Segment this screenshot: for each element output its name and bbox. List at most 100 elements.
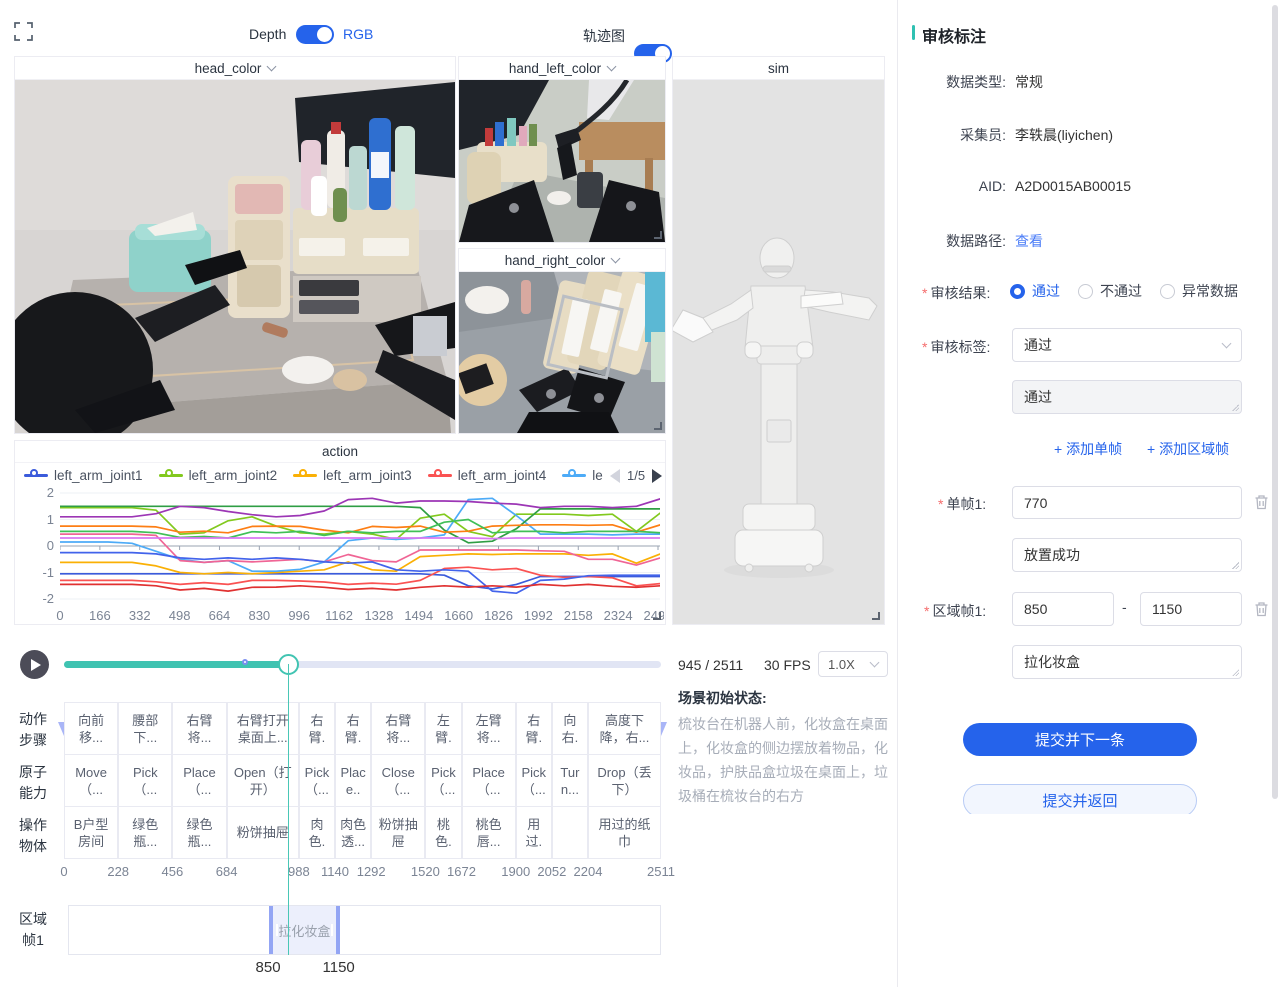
resize-handle-icon[interactable]	[654, 231, 662, 239]
segment-grip-left[interactable]	[276, 924, 278, 936]
ability-cell: Pick（...	[118, 754, 172, 807]
radio-unselected-icon[interactable]	[1078, 284, 1093, 299]
play-button[interactable]	[20, 650, 49, 679]
submit-next-button[interactable]: 提交并下一条	[963, 723, 1197, 756]
legend-series-icon	[562, 470, 586, 480]
play-icon	[31, 659, 41, 671]
region-end-input[interactable]: 1150	[1140, 592, 1242, 626]
info-row-label: 数据类型:	[910, 72, 1006, 92]
region-end-value: 1150	[1152, 601, 1182, 617]
playhead-cursor[interactable]	[288, 664, 290, 955]
data-path-link[interactable]: 查看	[1015, 231, 1043, 251]
x-axis-tick: 2324	[596, 608, 640, 623]
fullscreen-icon[interactable]	[14, 22, 33, 41]
object-cell: B户型房间	[64, 806, 118, 859]
step-cell: 右臂将...	[371, 702, 425, 755]
legend-series-icon	[293, 470, 317, 480]
x-axis-tick: 1162	[317, 608, 361, 623]
single-frame-row: *单帧1:	[938, 494, 986, 514]
resize-handle-icon[interactable]	[653, 612, 661, 620]
head-color-header[interactable]: head_color	[15, 57, 455, 80]
x-axis-tick: 166	[78, 608, 122, 623]
legend-prev-icon[interactable]	[610, 469, 620, 483]
sim-image	[673, 80, 884, 624]
chevron-down-icon	[607, 61, 617, 71]
chevron-down-icon	[1222, 338, 1232, 348]
review-tag-note-text: 通过	[1024, 387, 1052, 407]
speed-select[interactable]: 1.0X	[818, 651, 888, 677]
info-row-value: A2D0015AB00015	[1015, 178, 1131, 194]
scrollbar-thumb[interactable]	[1272, 5, 1278, 799]
info-row-label: AID:	[910, 178, 1006, 194]
depth-label: Depth	[249, 26, 286, 42]
legend-item[interactable]: left_arm_joint1	[24, 468, 143, 483]
radio-unselected-icon[interactable]	[1160, 284, 1175, 299]
rgb-label: RGB	[343, 26, 373, 42]
result-option[interactable]: 通过	[1010, 281, 1060, 301]
hand-right-title: hand_right_color	[505, 253, 606, 268]
segment-grip-right[interactable]	[331, 924, 333, 936]
hand-left-header[interactable]: hand_left_color	[459, 57, 665, 80]
textarea-resize-grip[interactable]	[1232, 669, 1239, 676]
textarea-resize-grip[interactable]	[1232, 562, 1239, 569]
sim-title: sim	[768, 61, 789, 76]
object-cell: 桃色.	[425, 806, 461, 859]
ability-cell: Place（...	[172, 754, 226, 807]
legend-item-label: left_arm_joint2	[189, 468, 278, 483]
legend-item-label: left_arm_joint1	[54, 468, 143, 483]
region-frame-track[interactable]: 拉化妆盒	[68, 905, 661, 955]
legend-item[interactable]: left_arm_joint4	[428, 468, 547, 483]
resize-handle-icon[interactable]	[872, 612, 880, 620]
object-cell: 肉色.	[299, 806, 335, 859]
single-frame-input[interactable]: 770	[1012, 486, 1242, 519]
step-cell: 腰部下...	[118, 702, 172, 755]
object-cell: 用过.	[516, 806, 552, 859]
resize-handle-icon[interactable]	[654, 422, 662, 430]
legend-item[interactable]: le	[562, 468, 603, 483]
object-cell	[552, 806, 588, 859]
hand-left-image	[459, 80, 665, 242]
y-axis-tick: -2	[28, 591, 54, 606]
object-cell: 绿色瓶...	[118, 806, 172, 859]
legend-item[interactable]: left_arm_joint3	[293, 468, 412, 483]
frame-axis-tick: 228	[107, 864, 129, 879]
region-start-input[interactable]: 850	[1012, 592, 1114, 626]
review-panel: 审核标注 数据类型:常规采集员:李轶晨(liyichen)AID:A2D0015…	[898, 0, 1280, 814]
review-tag-select[interactable]: 通过	[1012, 328, 1242, 362]
review-result-label: 审核结果:	[930, 285, 990, 301]
region-segment[interactable]: 拉化妆盒	[269, 906, 340, 954]
trash-icon[interactable]	[1254, 601, 1269, 617]
chevron-down-icon	[267, 61, 277, 71]
region-note[interactable]: 拉化妆盒	[1012, 645, 1242, 679]
table-column: 右臂.Pick（...肉色.	[299, 703, 335, 859]
review-tag-note[interactable]: 通过	[1012, 380, 1242, 414]
region-segment-label: 拉化妆盒	[278, 921, 330, 940]
radio-selected-icon[interactable]	[1010, 284, 1025, 299]
review-tag-row: *审核标签:	[922, 337, 990, 357]
add-single-frame-link[interactable]: + 添加单帧	[1054, 439, 1122, 459]
depth-rgb-toggle[interactable]	[296, 25, 334, 44]
timeline-slider[interactable]	[64, 661, 661, 668]
textarea-resize-grip[interactable]	[1232, 404, 1239, 411]
legend-next-icon[interactable]	[652, 469, 662, 483]
table-column: 腰部下...Pick（...绿色瓶...	[118, 703, 172, 859]
region-start-label: 850	[256, 959, 281, 976]
sim-panel: sim	[672, 56, 885, 625]
legend-item[interactable]: left_arm_joint2	[159, 468, 278, 483]
add-region-frame-link[interactable]: + 添加区域帧	[1147, 439, 1229, 459]
single-frame-note[interactable]: 放置成功	[1012, 538, 1242, 572]
hand-right-header[interactable]: hand_right_color	[459, 249, 665, 272]
result-option[interactable]: 不通过	[1078, 281, 1142, 301]
frame-axis-tick: 456	[162, 864, 184, 879]
submit-back-button[interactable]: 提交并返回	[963, 784, 1197, 814]
trash-icon[interactable]	[1254, 494, 1269, 510]
result-option[interactable]: 异常数据	[1160, 281, 1238, 301]
x-axis-tick: 2158	[556, 608, 600, 623]
frame-axis-tick: 988	[288, 864, 310, 879]
frame-counter: 945 / 2511	[678, 657, 743, 673]
table-column: 向前移...Move（...B户型房间	[64, 703, 118, 859]
frame-axis-tick: 0	[60, 864, 67, 879]
single-frame-marker-dot[interactable]	[242, 659, 248, 665]
table-row-label: 操作物体	[16, 809, 50, 862]
table-column: 右臂.Place..肉色透...	[335, 703, 371, 859]
